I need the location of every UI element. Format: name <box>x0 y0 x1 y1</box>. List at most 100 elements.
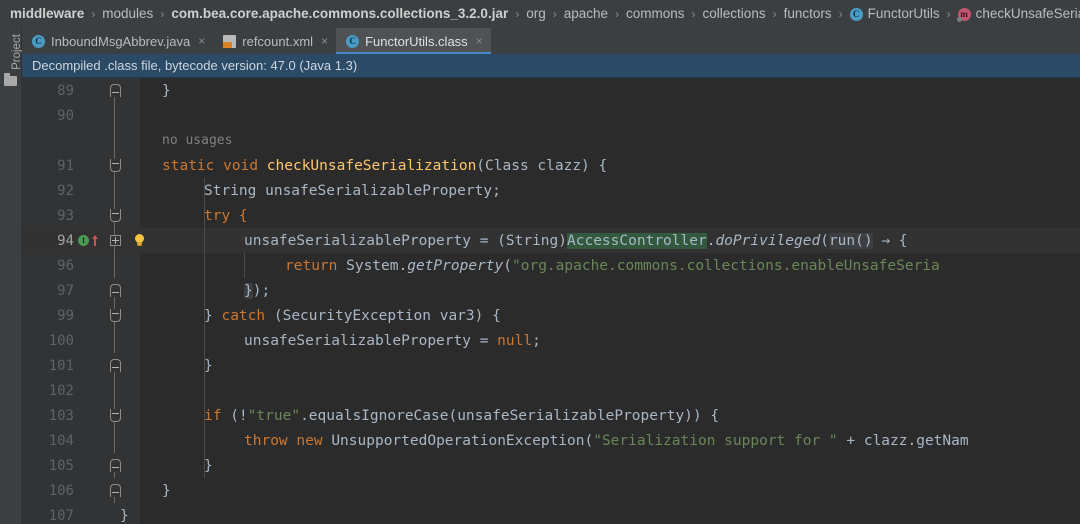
line-number: 101 <box>48 357 74 374</box>
lightbulb-icon[interactable] <box>134 234 145 247</box>
code-editor[interactable]: 89 } 90 no usages 91 static void checkUn… <box>22 78 1080 524</box>
line-number: 103 <box>48 407 74 424</box>
editor-row: 104 throw new UnsupportedOperationExcept… <box>22 428 1080 453</box>
java-class-icon: C <box>346 34 360 48</box>
code-text: throw new UnsupportedOperationException(… <box>244 428 969 453</box>
token-plain: unsafeSerializableProperty = <box>244 332 498 349</box>
tab-inboundmsgabbrev-java[interactable]: C InboundMsgAbbrev.java × <box>22 28 213 54</box>
editor-row-current: 94 I unsafeSerializableProperty = (Strin… <box>22 228 1080 253</box>
token-string: "org.apache.commons.collections.enableUn… <box>512 257 940 274</box>
token-keyword: void <box>223 157 259 174</box>
editor-row: 103 if (! "true" .equalsIgnoreCase(unsafeS… <box>22 403 1080 428</box>
token-keyword: static <box>162 157 215 174</box>
line-number: 94 <box>57 232 74 249</box>
breadcrumb-item-collections[interactable]: collections <box>703 0 766 28</box>
fold-marker[interactable] <box>108 203 122 228</box>
code-text: } <box>162 482 171 499</box>
line-number: 106 <box>48 482 74 499</box>
breadcrumb-item-commons[interactable]: commons <box>626 0 685 28</box>
code-text: String unsafeSerializableProperty; <box>204 182 501 199</box>
code-text: } <box>120 507 129 524</box>
run-marker-icon[interactable]: I <box>78 235 89 246</box>
editor-row: 100 unsafeSerializableProperty = null; <box>22 328 1080 353</box>
fold-marker[interactable] <box>108 478 122 503</box>
xml-file-icon <box>223 34 237 48</box>
fold-marker[interactable] <box>108 403 122 428</box>
token-params: (Class clazz) { <box>476 157 608 174</box>
editor-row: 107 } <box>22 503 1080 524</box>
line-number: 92 <box>57 182 74 199</box>
fold-marker[interactable] <box>108 153 122 178</box>
line-number: 105 <box>48 457 74 474</box>
breadcrumb-item-jar[interactable]: com.bea.core.apache.commons.collections_… <box>171 0 508 28</box>
tab-functorutils-class[interactable]: C FunctorUtils.class × <box>336 28 491 54</box>
token-plain: + clazz.getNam <box>837 432 969 449</box>
token-plain: UnsupportedOperationException( <box>322 432 594 449</box>
close-icon[interactable]: × <box>198 35 205 47</box>
breadcrumb-label: apache <box>563 6 609 21</box>
fold-gutter-line <box>108 428 122 453</box>
code-text: try { <box>204 207 248 224</box>
inlay-hint-run-param[interactable]: run() <box>828 232 873 249</box>
implements-arrow-icon[interactable] <box>91 234 100 247</box>
fold-gutter-line <box>108 128 122 153</box>
tab-refcount-xml[interactable]: refcount.xml × <box>213 28 336 54</box>
breadcrumb-separator: › <box>615 7 620 21</box>
ide-window: middleware › modules › com.bea.core.apac… <box>0 0 1080 524</box>
token-keyword: throw <box>244 432 288 449</box>
token-method-call: getProperty <box>407 257 504 274</box>
gutter-icons[interactable]: I <box>78 228 100 253</box>
breadcrumb-item-org[interactable]: org <box>526 0 546 28</box>
code-text: } catch (SecurityException var3) { <box>204 303 501 328</box>
token-brace: } <box>204 307 222 324</box>
breadcrumb-item-method[interactable]: m checkUnsafeSerialization <box>956 0 1080 28</box>
token-paren: ( <box>503 257 512 274</box>
folder-icon[interactable] <box>4 73 17 86</box>
line-number: 104 <box>48 432 74 449</box>
editor-row: 99 } catch (SecurityException var3) { <box>22 303 1080 328</box>
fold-gutter-line <box>108 178 122 203</box>
breadcrumb-separator: › <box>160 7 165 21</box>
token-method-name: checkUnsafeSerialization <box>266 157 477 174</box>
fold-marker[interactable] <box>108 228 122 253</box>
breadcrumb-label: checkUnsafeSerialization <box>975 6 1080 21</box>
fold-gutter-line <box>108 103 122 128</box>
code-text: }); <box>244 278 270 303</box>
breadcrumb-item-class[interactable]: C FunctorUtils <box>849 0 940 28</box>
token-plain: (SecurityException var3) { <box>265 307 501 324</box>
line-number: 99 <box>57 307 74 324</box>
close-icon[interactable]: × <box>321 35 328 47</box>
breadcrumb-item-functors[interactable]: functors <box>784 0 832 28</box>
line-number: 96 <box>57 257 74 274</box>
fold-marker[interactable] <box>108 353 122 378</box>
breadcrumb-label: functors <box>783 6 832 21</box>
fold-gutter-line <box>108 253 122 278</box>
decompiled-notification-bar: Decompiled .class file, bytecode version… <box>22 54 1080 78</box>
fold-marker[interactable] <box>108 278 122 303</box>
line-number: 100 <box>48 332 74 349</box>
fold-marker[interactable] <box>108 453 122 478</box>
code-text: static void checkUnsafeSerialization (Cla… <box>162 153 607 178</box>
tab-label: FunctorUtils.class <box>365 33 468 49</box>
code-text: } <box>204 457 213 474</box>
token-brace-matched: } <box>244 282 253 299</box>
breadcrumb-item-apache[interactable]: apache <box>564 0 608 28</box>
method-icon: m <box>956 7 971 22</box>
inlay-hint-no-usages[interactable]: no usages <box>162 128 232 153</box>
token-highlighted-identifier: AccessController <box>567 232 707 249</box>
token-method-call: doPrivileged <box>715 232 821 249</box>
fold-marker[interactable] <box>108 78 122 103</box>
editor-row: 105 } <box>22 453 1080 478</box>
token-keyword: new <box>296 432 323 449</box>
breadcrumb-separator: › <box>691 7 696 21</box>
editor-row: 90 <box>22 103 1080 128</box>
code-text: } <box>204 357 213 374</box>
line-number: 90 <box>57 107 74 124</box>
line-number: 102 <box>48 382 74 399</box>
close-icon[interactable]: × <box>476 35 483 47</box>
token-plain: ); <box>252 282 271 299</box>
breadcrumb-separator: › <box>515 7 520 21</box>
breadcrumb-label: org <box>526 6 546 21</box>
fold-marker[interactable] <box>108 303 122 328</box>
breadcrumb-item-modules[interactable]: modules <box>102 0 153 28</box>
